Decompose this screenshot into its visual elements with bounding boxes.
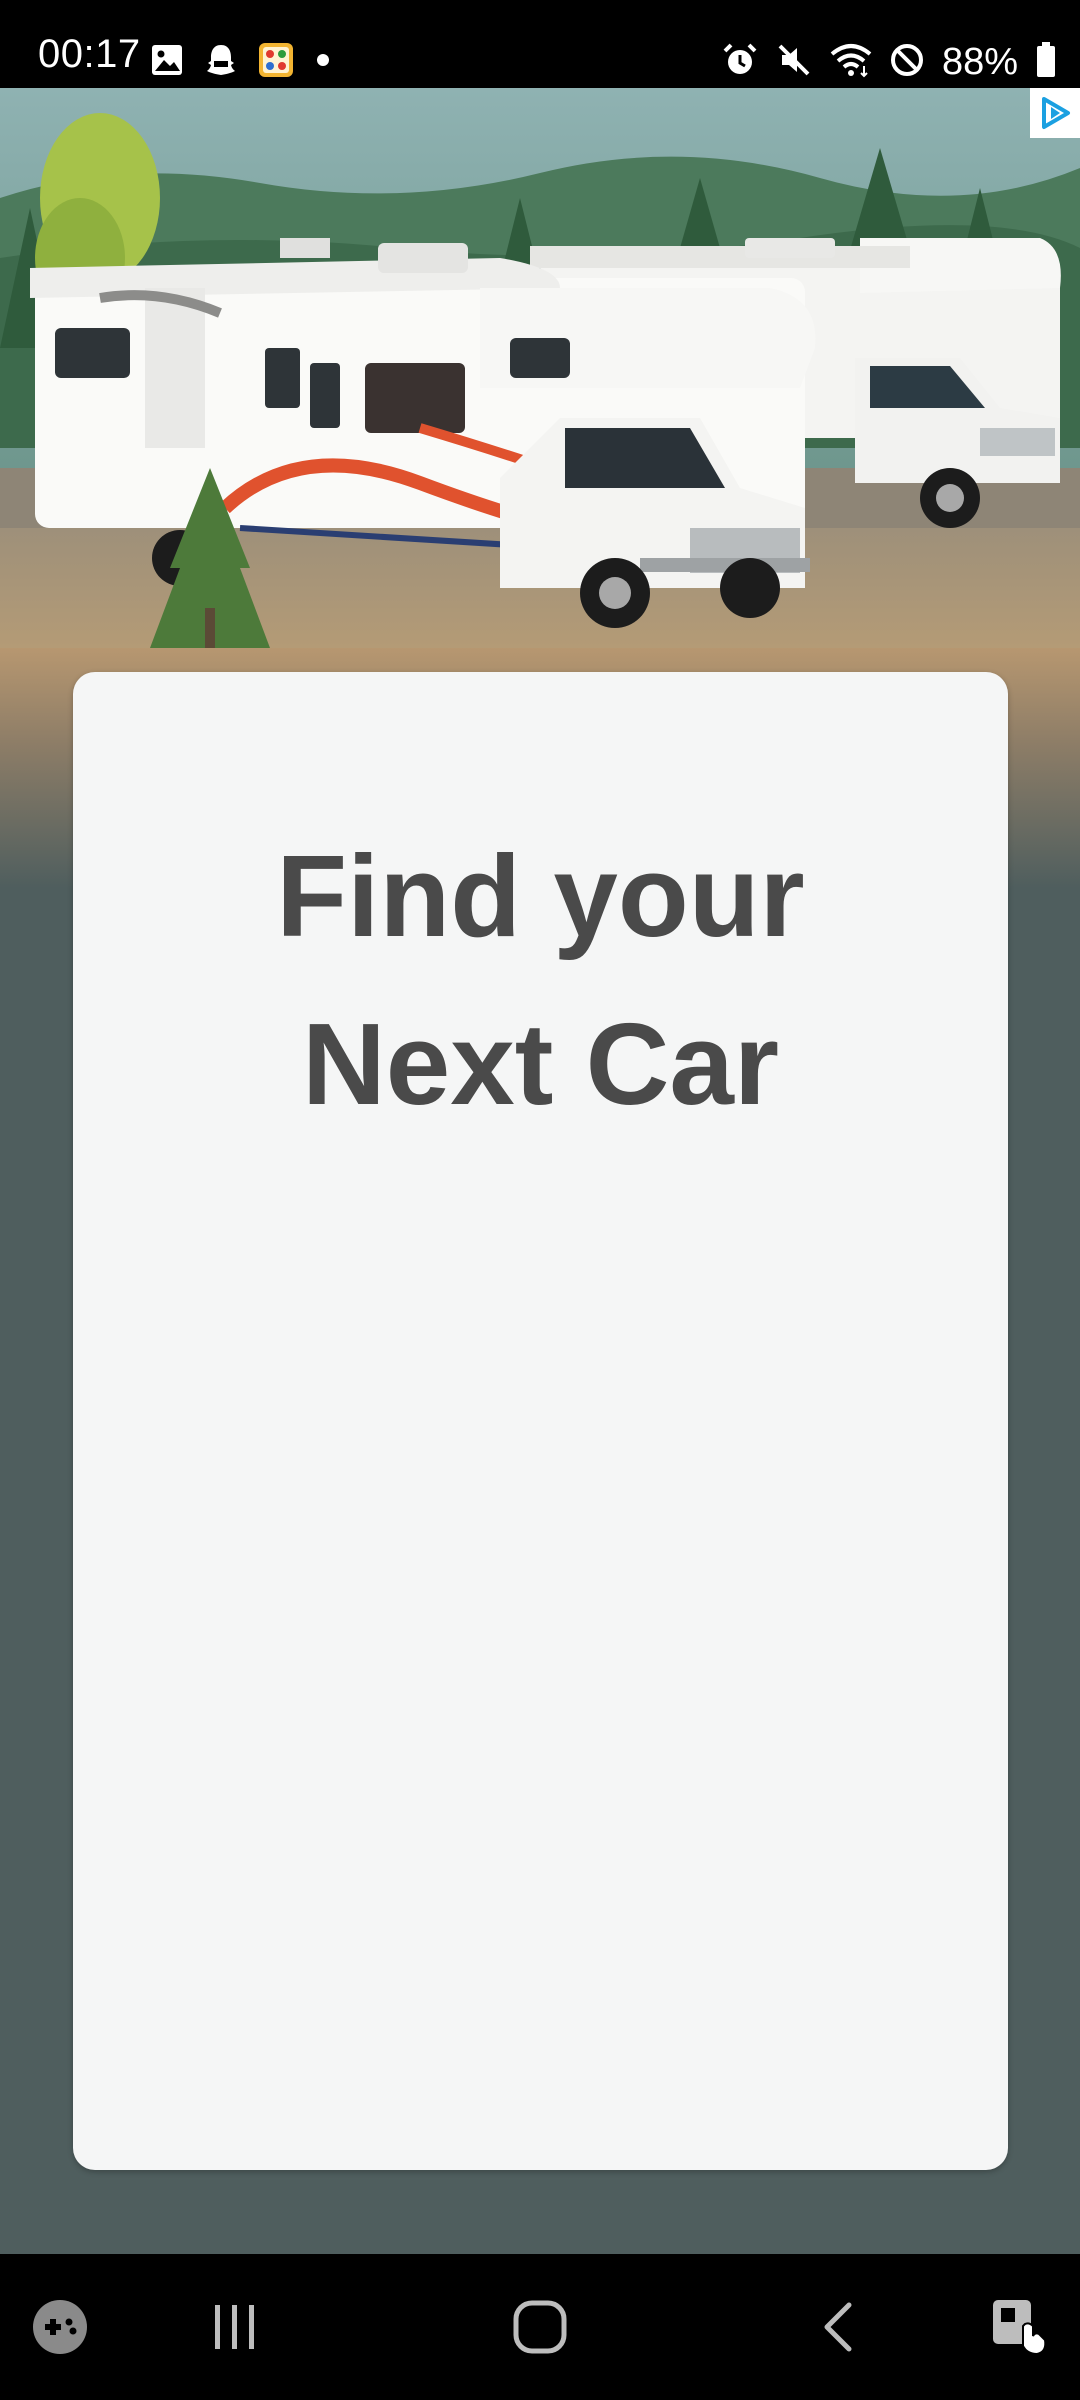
do-not-disturb-icon: [890, 43, 924, 82]
notification-dot-icon: [316, 53, 330, 72]
status-right-icons: 88%: [722, 40, 1056, 84]
status-time: 00:17: [38, 32, 141, 76]
battery-percentage: 88%: [941, 41, 1018, 83]
navigation-bar: [0, 2254, 1080, 2400]
battery-icon: [1036, 41, 1056, 83]
status-left-icons: [150, 40, 330, 84]
game-launcher-icon[interactable]: [20, 2254, 100, 2400]
alarm-icon: [722, 42, 758, 83]
title-line-2: Next Car: [301, 999, 780, 1129]
recents-icon[interactable]: [195, 2254, 275, 2400]
accessibility-icon[interactable]: [980, 2254, 1060, 2400]
app-screen: 00:17 88% Find your Next Car: [0, 0, 1080, 2400]
game-app-icon: [258, 42, 294, 83]
home-icon[interactable]: [500, 2254, 580, 2400]
status-bar: 00:17 88%: [0, 0, 1080, 88]
ad-banner[interactable]: [0, 88, 1080, 648]
ad-choices-icon[interactable]: [1030, 88, 1080, 138]
rv-campers-photo: [0, 88, 1080, 648]
title-line-1: Find your: [276, 831, 805, 961]
page-title: Find your Next Car: [73, 812, 1008, 1148]
mute-icon: [776, 42, 812, 83]
search-card: Find your Next Car: [73, 672, 1008, 2170]
wifi-icon: [830, 42, 872, 83]
back-icon[interactable]: [800, 2254, 880, 2400]
snapchat-ghost-icon: [206, 43, 236, 82]
image-icon: [150, 43, 184, 82]
